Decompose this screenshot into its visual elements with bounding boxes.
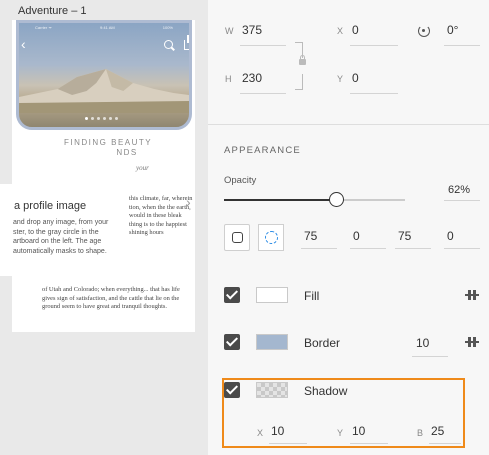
- back-chevron-icon[interactable]: ‹: [21, 37, 26, 51]
- share-icon[interactable]: [184, 35, 189, 50]
- rotation-field[interactable]: 0°: [447, 23, 458, 37]
- fill-color-swatch[interactable]: [256, 287, 288, 303]
- section-divider: [208, 124, 489, 125]
- opacity-slider-track[interactable]: [224, 199, 405, 201]
- artboard-subheading: your: [136, 164, 149, 172]
- rotate-icon: [418, 25, 430, 37]
- artboard-title[interactable]: Adventure – 1: [18, 5, 87, 17]
- aspect-link-bracket: [295, 74, 303, 90]
- opacity-slider-fill: [224, 199, 337, 201]
- search-icon[interactable]: [164, 40, 173, 49]
- x-field[interactable]: 0: [352, 23, 359, 37]
- lock-icon[interactable]: [299, 55, 306, 65]
- artboard-heading: FINDING BEAUTY NDS: [64, 138, 153, 157]
- corner-radius-individual-button[interactable]: [258, 224, 284, 251]
- corner-radius-top-left[interactable]: 75: [304, 229, 317, 243]
- design-canvas[interactable]: Adventure – 1 Carrier ᯤ 9:41 AM 100% ‹ F…: [0, 0, 208, 455]
- border-label: Border: [304, 336, 341, 350]
- property-inspector: W 375 H 230 X 0 Y 0 0° APPEARANCE Opacit…: [208, 0, 489, 455]
- artboard[interactable]: Carrier ᯤ 9:41 AM 100% ‹ FINDING BEAUTY …: [12, 20, 195, 332]
- shadow-x-field[interactable]: 10: [271, 424, 284, 438]
- status-battery: 100%: [162, 25, 173, 30]
- fill-checkbox[interactable]: [224, 287, 240, 303]
- height-field[interactable]: 230: [242, 71, 262, 85]
- border-color-swatch[interactable]: [256, 334, 288, 350]
- height-label: H: [225, 74, 232, 84]
- shadow-label: Shadow: [304, 384, 348, 398]
- shadow-blur-label: B: [417, 428, 424, 438]
- x-label: X: [337, 26, 344, 36]
- mountain-illustration: [19, 69, 189, 113]
- status-time: 9:41 AM: [100, 25, 115, 30]
- corner-radius-top-right[interactable]: 0: [353, 229, 360, 243]
- opacity-value-field[interactable]: 62%: [448, 184, 470, 196]
- width-label: W: [225, 26, 234, 36]
- shadow-x-label: X: [257, 428, 264, 438]
- corner-radius-bottom-right[interactable]: 75: [398, 229, 411, 243]
- rounded-square-icon: [232, 232, 243, 243]
- opacity-slider-thumb[interactable]: [329, 192, 345, 207]
- carousel-dots[interactable]: [85, 117, 118, 120]
- opacity-label: Opacity: [224, 175, 257, 186]
- shadow-blur-field[interactable]: 25: [431, 424, 444, 438]
- border-width-field[interactable]: 10: [416, 336, 429, 350]
- border-options-icon[interactable]: [465, 336, 479, 348]
- artboard-body-text: this climate, far, wherein tion, when th…: [129, 195, 193, 237]
- hint-body: and drop any image, from your ster, to t…: [13, 219, 109, 255]
- hero-image[interactable]: Carrier ᯤ 9:41 AM 100% ‹: [16, 20, 192, 130]
- fill-options-icon[interactable]: [465, 289, 479, 301]
- shadow-y-field[interactable]: 10: [352, 424, 365, 438]
- appearance-heading: APPEARANCE: [224, 145, 301, 156]
- shadow-checkbox[interactable]: [224, 382, 240, 398]
- profile-image-hint: a profile image and drop any image, from…: [0, 184, 124, 276]
- artboard-body-text-bottom: of Utah and Colorado; when everything...…: [42, 286, 180, 311]
- hint-title: a profile image: [14, 200, 87, 212]
- shadow-y-label: Y: [337, 428, 344, 438]
- status-carrier: Carrier ᯤ: [35, 25, 52, 30]
- y-label: Y: [337, 74, 344, 84]
- width-field[interactable]: 375: [242, 23, 262, 37]
- shadow-color-swatch[interactable]: [256, 382, 288, 398]
- corner-radius-uniform-button[interactable]: [224, 224, 250, 251]
- status-bar: Carrier ᯤ 9:41 AM 100%: [19, 25, 189, 31]
- border-checkbox[interactable]: [224, 334, 240, 350]
- fill-label: Fill: [304, 289, 320, 303]
- dashed-circle-icon: [265, 231, 278, 244]
- y-field[interactable]: 0: [352, 71, 359, 85]
- corner-radius-bottom-left[interactable]: 0: [447, 229, 454, 243]
